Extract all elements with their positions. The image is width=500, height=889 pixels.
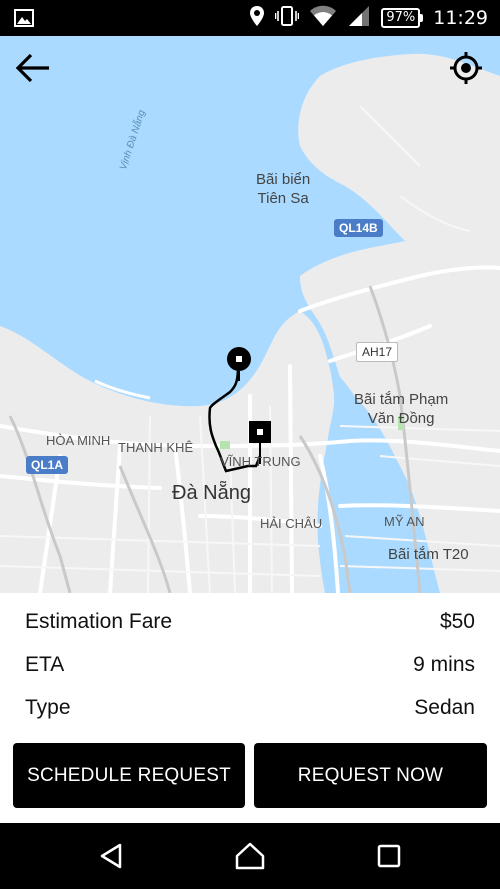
location-icon <box>249 5 265 32</box>
back-button[interactable] <box>13 48 53 88</box>
map-view[interactable]: Vịnh Đà Nẵng Bãi biển Tiên Sa QL14B AH17 … <box>0 36 500 593</box>
eta-label: ETA <box>25 653 65 676</box>
my-location-button[interactable] <box>446 48 486 88</box>
highway-shield-ql1a: QL1A <box>26 456 69 474</box>
map-label-hoa-minh: HÒA MINH <box>46 433 111 448</box>
map-label-tien-sa-line1: Bãi biển <box>256 171 311 188</box>
map-label-thanh-khe: THANH KHÊ <box>118 440 194 455</box>
signal-icon <box>347 5 371 32</box>
type-value: Sedan <box>414 696 475 719</box>
type-label: Type <box>25 696 71 719</box>
nav-recents-button[interactable] <box>369 836 409 876</box>
eta-value: 9 mins <box>413 653 475 676</box>
wifi-icon <box>309 5 337 32</box>
crosshair-location-icon <box>450 52 482 84</box>
schedule-request-button[interactable]: SCHEDULE REQUEST <box>13 743 245 808</box>
fare-label: Estimation Fare <box>25 610 173 633</box>
arrow-left-icon <box>15 53 49 83</box>
trip-info-panel: Estimation Fare $50 ETA 9 mins Type Seda… <box>0 593 500 823</box>
vibrate-icon <box>275 5 300 32</box>
battery-icon: 97% <box>381 8 424 28</box>
map-label-pham-line1: Bãi tắm Phạm <box>354 391 449 408</box>
nav-back-button[interactable] <box>91 836 131 876</box>
back-triangle-icon <box>100 843 122 869</box>
home-icon <box>235 842 265 870</box>
recents-icon <box>377 844 401 868</box>
map-label-hai-chau: HẢI CHÂU <box>260 516 323 531</box>
request-now-button[interactable]: REQUEST NOW <box>254 743 487 808</box>
type-row: Type Sedan <box>25 693 475 723</box>
battery-percent: 97% <box>381 8 421 28</box>
map-label-t20-beach: Bãi tắm T20 <box>388 546 469 563</box>
route-box-ah17: AH17 <box>356 342 399 362</box>
nav-home-button[interactable] <box>230 836 270 876</box>
navigation-bar <box>0 823 500 889</box>
highway-shield-ql14b: QL14B <box>334 219 383 237</box>
map-label-pham-van-dong-beach: Bãi tắm Phạm Văn Đồng <box>354 390 448 428</box>
image-icon <box>14 9 34 32</box>
map-label-tien-sa-line2: Tiên Sa <box>257 190 309 207</box>
map-label-da-nang: Đà Nẵng <box>172 482 251 504</box>
map-base <box>0 36 500 593</box>
map-label-my-an: MỸ AN <box>384 514 425 529</box>
map-label-vinh-trung: VĨNH TRUNG <box>220 454 301 469</box>
map-label-tien-sa-beach: Bãi biển Tiên Sa <box>256 170 310 208</box>
fare-value: $50 <box>439 610 475 633</box>
map-label-pham-line2: Văn Đồng <box>367 410 435 427</box>
fare-row: Estimation Fare $50 <box>25 607 475 637</box>
eta-row: ETA 9 mins <box>25 650 475 680</box>
status-bar: 97% 11:29 <box>0 0 500 36</box>
clock: 11:29 <box>433 7 488 29</box>
